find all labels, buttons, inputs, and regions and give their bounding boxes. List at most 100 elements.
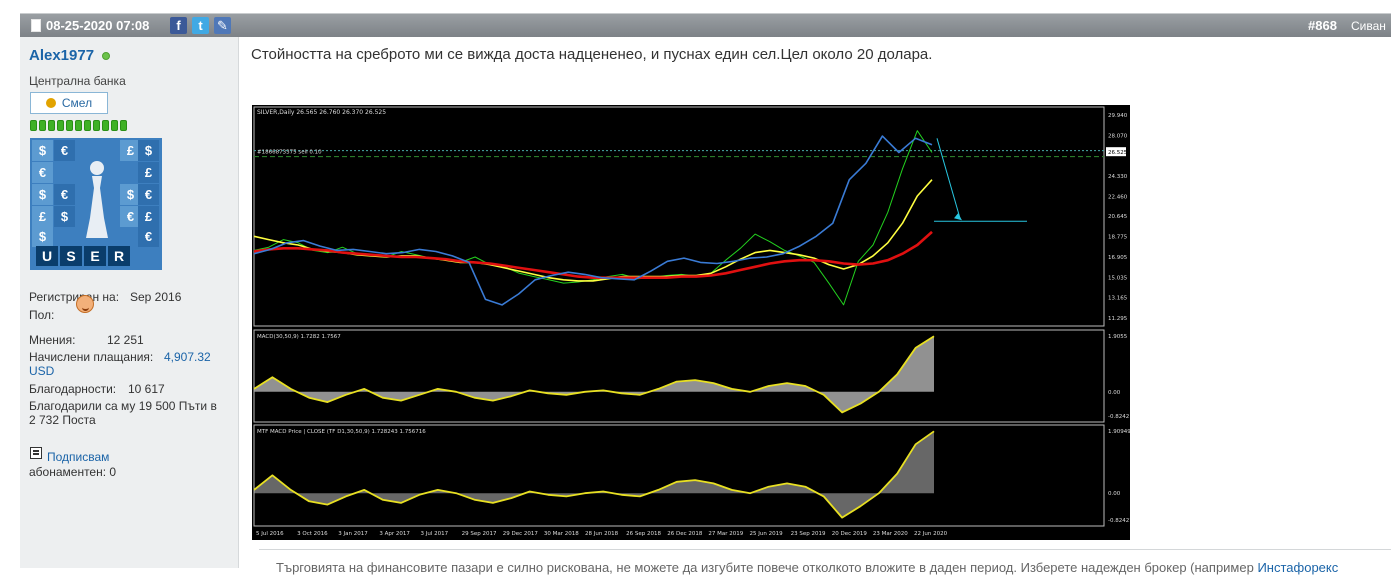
rank-label: Смел (61, 96, 93, 110)
date-tick-label: 29 Dec 2017 (503, 531, 539, 537)
avatar-symbol-tile: € (138, 184, 159, 205)
reputation-point (66, 120, 73, 131)
price-tick-label: 13.165 (1108, 296, 1128, 302)
twitter-share-icon[interactable]: t (192, 17, 209, 34)
date-tick-label: 29 Sep 2017 (462, 531, 497, 537)
silver-chart: SILVER,Daily 26.565 26.760 26.370 26.525… (252, 105, 1130, 540)
link-share-icon[interactable]: ✎ (214, 17, 231, 34)
subscribed-count: абонаментен: 0 (29, 465, 117, 479)
date-tick-label: 22 Jun 2020 (914, 531, 948, 537)
registered-label: Регистриран на: (29, 290, 120, 304)
avatar-symbol-tile: € (138, 226, 159, 247)
date-tick-label: 20 Dec 2019 (832, 531, 868, 537)
reputation-point (39, 120, 46, 131)
reputation-point (84, 120, 91, 131)
avatar-symbol-tile: € (54, 184, 75, 205)
date-tick-label: 3 Jan 2017 (338, 531, 368, 537)
price-tick-label: 11.295 (1108, 316, 1128, 322)
avatar-symbol-tile: € (32, 162, 53, 183)
date-tick-label: 25 Jun 2019 (750, 531, 784, 537)
price-tick-label: 16.905 (1108, 255, 1128, 261)
price-tick-label: 24.330 (1108, 174, 1128, 180)
avatar-symbol-tile: $ (138, 140, 159, 161)
post-header: 08-25-2020 07:08 f t ✎ #868 Сиван (20, 13, 1391, 37)
avatar-symbol-tile: £ (32, 206, 53, 227)
macd-tick-label: 0.00 (1108, 491, 1121, 497)
thanked-line-1: Благодарили са му 19 500 Пъти в (29, 399, 217, 413)
chess-pawn-icon (86, 161, 108, 238)
reputation-point (111, 120, 118, 131)
avatar-symbol-tile: $ (32, 140, 53, 161)
avatar-symbol-tile: £ (138, 162, 159, 183)
reputation-point (30, 120, 37, 131)
reputation-bar (30, 120, 129, 132)
macd-title: MTF MACD Price | CLOSE (TF D1,30,50,9) 1… (257, 429, 426, 435)
current-price-label: 26.525 (1108, 150, 1128, 156)
reputation-point (120, 120, 127, 131)
price-tick-label: 20.645 (1108, 214, 1128, 220)
date-tick-label: 27 Mar 2019 (708, 531, 743, 537)
date-tick-label: 5 Jul 2016 (256, 531, 284, 537)
macd-tick-label: -0.82421 (1108, 518, 1130, 524)
order-label: #1866873375 sell 0.10 (257, 150, 322, 156)
rank-badge: Смел (30, 92, 108, 114)
online-status-icon (102, 52, 110, 60)
facebook-share-icon[interactable]: f (170, 17, 187, 34)
thanks-value: 10 617 (128, 382, 165, 396)
avatar-user-letters: USER (36, 246, 156, 266)
date-tick-label: 30 Mar 2018 (544, 531, 579, 537)
macd-tick-label: 1.909494 (1108, 429, 1130, 435)
post-date: 08-25-2020 07:08 (46, 18, 150, 33)
chart-title: SILVER,Daily 26.565 26.760 26.370 26.525 (257, 109, 386, 116)
avatar-symbol-tile: £ (138, 206, 159, 227)
date-tick-label: 3 Jul 2017 (421, 531, 449, 537)
price-tick-label: 22.460 (1108, 194, 1128, 200)
price-tick-label: 18.775 (1108, 235, 1128, 241)
date-tick-label: 3 Apr 2017 (379, 531, 410, 537)
avatar-symbol-tile: $ (32, 226, 53, 247)
posts-value: 12 251 (107, 333, 144, 347)
macd-tick-label: 0.00 (1108, 390, 1121, 396)
subscribe-link[interactable]: Подписвам (47, 450, 109, 464)
price-tick-label: 29.940 (1108, 113, 1128, 119)
post-message: Стойността на среброто ми се вижда доста… (251, 46, 933, 63)
registered-value: Sep 2016 (130, 290, 182, 304)
post-number-link[interactable]: #868 (1308, 18, 1337, 33)
chart-image: SILVER,Daily 26.565 26.760 26.370 26.525… (252, 105, 1130, 540)
date-tick-label: 28 Jun 2018 (585, 531, 619, 537)
user-title: Централна банка (29, 74, 126, 88)
price-tick-label: 28.070 (1108, 133, 1128, 139)
macd-tick-label: -0.8242 (1108, 414, 1129, 420)
macd-tick-label: 1.9055 (1108, 334, 1128, 340)
date-tick-label: 23 Mar 2020 (873, 531, 908, 537)
forum-post: 08-25-2020 07:08 f t ✎ #868 Сиван Alex19… (20, 13, 1391, 575)
avatar-symbol-tile: € (54, 140, 75, 161)
document-icon (31, 19, 41, 32)
reputation-point (102, 120, 109, 131)
reputation-point (57, 120, 64, 131)
avatar[interactable]: $ € £ $ € £ $ € $ € £ $ € £ $ € USER (30, 138, 162, 270)
date-tick-label: 26 Dec 2018 (667, 531, 703, 537)
price-tick-label: 15.035 (1108, 275, 1128, 281)
payments-unit[interactable]: USD (29, 364, 54, 378)
medal-icon (45, 98, 56, 108)
post-content: Стойността на среброто ми се вижда доста… (239, 37, 1391, 575)
date-tick-label: 23 Sep 2019 (791, 531, 826, 537)
payments-value[interactable]: 4,907.32 (164, 350, 211, 364)
subscribe-icon (30, 447, 42, 459)
date-tick-label: 26 Sep 2018 (626, 531, 661, 537)
username-link[interactable]: Alex1977 (29, 47, 94, 64)
avatar-symbol-tile: $ (32, 184, 53, 205)
macd-title: MACD(30,50,9) 1.7282 1.7567 (257, 334, 341, 340)
reputation-point (93, 120, 100, 131)
signature-divider (259, 549, 1391, 550)
thanked-line-2: 2 732 Поста (29, 413, 96, 427)
avatar-symbol-tile: $ (54, 206, 75, 227)
thanks-label: Благодарности: (29, 382, 117, 396)
gender-icon (76, 295, 94, 313)
date-tick-label: 3 Oct 2016 (297, 531, 328, 537)
reputation-point (75, 120, 82, 131)
post-header-right[interactable]: Сиван (1351, 19, 1386, 33)
user-info-panel: Alex1977 Централна банка Смел $ € £ $ € £ $ € $ €… (20, 37, 239, 568)
posts-label: Мнения: (29, 333, 76, 347)
